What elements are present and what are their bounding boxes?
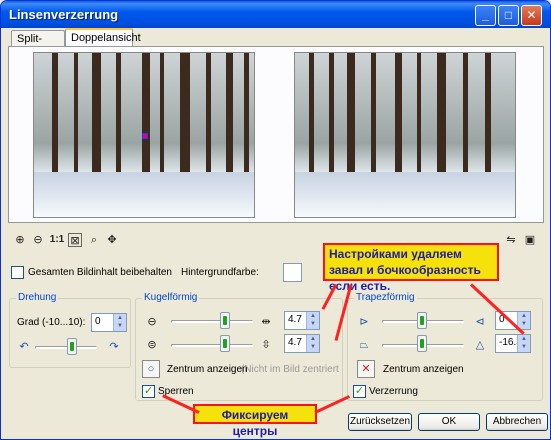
spherical-horizontal-value: 4.7	[288, 314, 302, 325]
annotation-centers-callout: Фиксируем центры	[193, 404, 317, 438]
zoom-one-to-one-button[interactable]: 1:1	[48, 233, 66, 247]
close-button[interactable]: ✕	[521, 5, 542, 26]
keep-content-label: Gesamten Bildinhalt beibehalten	[28, 267, 172, 278]
zoom-selection-icon[interactable]: ⌕	[87, 233, 101, 247]
compare-icon[interactable]: ⇋	[504, 233, 518, 247]
rotation-degree-label: Grad (-10...10):	[17, 317, 86, 328]
spinner-arrows-icon[interactable]: ▲ ▼	[306, 335, 319, 352]
rotation-group-title: Drehung	[16, 292, 59, 303]
spinner-arrows-icon[interactable]: ▲ ▼	[113, 314, 126, 331]
distortion-checkbox[interactable]: ✓	[353, 385, 366, 398]
tab-double-view[interactable]: Doppelansicht	[65, 28, 141, 48]
minimize-button[interactable]: _	[475, 5, 496, 26]
spherical-vertical-icon: ⊜	[147, 339, 157, 351]
spherical-horizontal-slider-track[interactable]	[171, 320, 253, 323]
spherical-show-center-button[interactable]: ○	[142, 360, 160, 378]
spherical-horizontal-spinner[interactable]: 4.7 ▲ ▼	[284, 311, 320, 330]
rotation-slider-track[interactable]	[35, 346, 97, 349]
spherical-vertical-slider-track[interactable]	[171, 344, 253, 347]
trapezoid-show-center-button[interactable]: ✕	[357, 360, 375, 378]
background-color-label: Hintergrundfarbe:	[181, 267, 259, 278]
reset-button[interactable]: Zurücksetzen	[348, 413, 412, 431]
keep-content-checkbox[interactable]	[11, 266, 24, 279]
spherical-horizontal-icon: ⊖	[147, 316, 157, 328]
cancel-button[interactable]: Abbrechen	[486, 413, 548, 431]
rotation-group: Drehung	[9, 292, 131, 368]
spherical-horizontal-max-icon: ⇹	[261, 316, 271, 328]
hand-tool-icon[interactable]: ✥	[105, 233, 119, 247]
spherical-vertical-value: 4.7	[288, 337, 302, 348]
lock-checkbox[interactable]: ✓	[142, 385, 155, 398]
trapezoid-vertical-spinner[interactable]: -16.3 ▲ ▼	[495, 334, 531, 353]
title-bar[interactable]: Linsenverzerrung _ □ ✕	[1, 1, 550, 28]
window-title: Linsenverzerrung	[9, 7, 119, 22]
trapezoid-horizontal-max-icon: ⊲	[475, 316, 485, 328]
trapezoid-horizontal-icon: ⊳	[359, 316, 369, 328]
center-marker[interactable]	[142, 133, 148, 139]
fit-window-icon[interactable]: ⊠	[68, 233, 82, 247]
distortion-label: Verzerrung	[369, 386, 418, 397]
spinner-arrows-icon[interactable]: ▲ ▼	[306, 312, 319, 329]
zoom-in-icon[interactable]: ⊕	[13, 233, 27, 247]
ok-button[interactable]: OK	[418, 413, 480, 431]
trapezoid-vertical-icon: ⏢	[359, 339, 369, 351]
zoom-out-icon[interactable]: ⊖	[31, 233, 45, 247]
trapezoid-horizontal-slider-thumb[interactable]	[417, 312, 427, 329]
corrected-preview-image	[294, 52, 516, 218]
rotate-right-icon: ↷	[109, 341, 119, 353]
spherical-vertical-spinner[interactable]: 4.7 ▲ ▼	[284, 334, 320, 353]
trapezoid-vertical-slider-thumb[interactable]	[417, 335, 427, 352]
rotate-left-icon: ↶	[19, 341, 29, 353]
lens-distortion-dialog: Linsenverzerrung _ □ ✕ Split-Screen Dopp…	[0, 0, 551, 440]
spherical-horizontal-slider-thumb[interactable]	[220, 312, 230, 329]
trapezoid-show-center-label: Zentrum anzeigen	[383, 364, 464, 375]
trapezoid-vertical-max-icon: △	[475, 339, 485, 351]
spinner-arrows-icon[interactable]: ▲ ▼	[517, 335, 530, 352]
spherical-vertical-max-icon: ⇳	[261, 339, 271, 351]
spherical-show-center-label: Zentrum anzeigen	[167, 364, 248, 375]
spherical-center-hint: (Nicht im Bild zentriert	[241, 364, 339, 375]
maximize-button[interactable]: □	[498, 5, 519, 26]
rotation-slider-thumb[interactable]	[67, 338, 77, 355]
preview-panel	[8, 46, 544, 223]
background-color-swatch[interactable]	[283, 263, 302, 282]
preview-toggle-icon[interactable]: ▣	[523, 233, 537, 247]
spherical-vertical-slider-thumb[interactable]	[220, 335, 230, 352]
rotation-degree-value: 0	[95, 316, 101, 327]
annotation-settings-callout: Настройками удаляем завал и бочкообразно…	[323, 243, 499, 293]
original-preview-image[interactable]	[33, 52, 255, 218]
spherical-group-title: Kugelförmig	[142, 292, 200, 303]
rotation-degree-spinner[interactable]: 0 ▲ ▼	[91, 313, 127, 332]
